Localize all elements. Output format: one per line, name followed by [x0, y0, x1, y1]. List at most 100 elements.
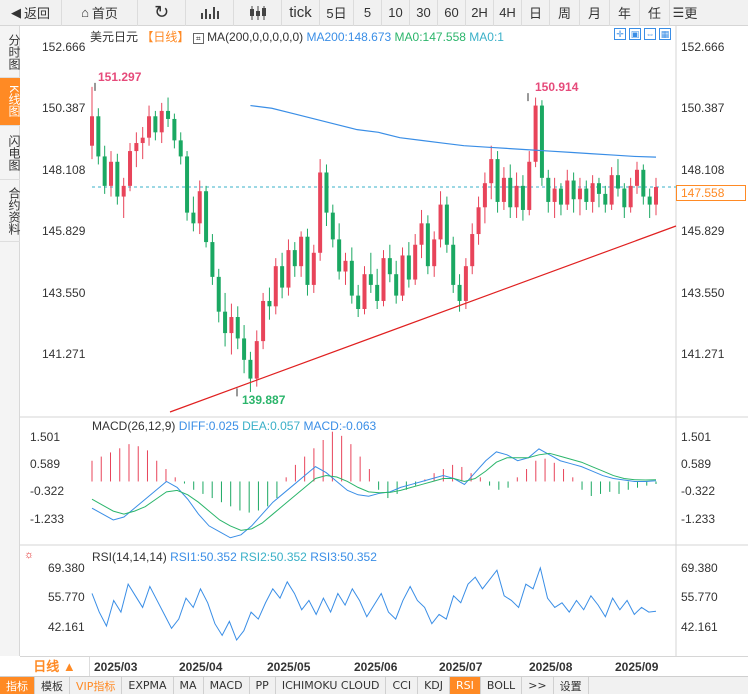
price-tick: 143.550 — [681, 286, 725, 300]
candle-body — [185, 156, 190, 213]
candle-body — [90, 116, 94, 146]
candle-body — [356, 295, 361, 309]
candle-body — [375, 284, 380, 301]
candle-body — [134, 143, 139, 152]
tab-macd[interactable]: MACD — [204, 676, 250, 694]
candle-body — [432, 239, 437, 267]
candle-body — [96, 116, 101, 157]
candle-body — [311, 252, 316, 285]
period-label: 【日线】 — [141, 30, 190, 44]
grid-icon[interactable]: ▦ — [659, 28, 671, 40]
candle-body — [216, 276, 221, 312]
candle-body — [508, 177, 513, 208]
date-label: 2025/05 — [267, 660, 311, 674]
macd-dea-line — [91, 452, 657, 531]
candle-body — [254, 341, 259, 379]
candle-body — [121, 185, 126, 197]
candle-body — [368, 274, 373, 285]
price-tick: 148.108 — [681, 163, 725, 177]
period-selector[interactable]: 日线 ▲ — [20, 657, 90, 677]
candle-body — [115, 161, 120, 197]
candle-body — [634, 169, 639, 186]
tab-expma[interactable]: EXPMA — [122, 676, 174, 694]
candle-body — [400, 255, 405, 296]
candle-body — [641, 169, 646, 197]
macd-tick: -1.233 — [30, 512, 65, 526]
candle-body — [590, 183, 595, 202]
macd-tick: 1.501 — [30, 430, 61, 444]
tab-vip-indicator[interactable]: VIP指标 — [70, 676, 123, 694]
rsi-tick: 42.161 — [48, 620, 85, 634]
candle-body — [609, 175, 614, 205]
candle-body — [552, 188, 557, 202]
ma0-value-a: MA0:147.558 — [394, 30, 466, 44]
tab-settings[interactable]: 设置 — [554, 676, 589, 694]
candle-body — [305, 236, 310, 285]
candle-body — [425, 223, 430, 267]
indicator-settings-icon[interactable]: ⌗ — [192, 33, 204, 44]
expand-icon[interactable]: ⇔ — [644, 28, 656, 40]
main-legend: 美元日元 【日线】 ⌗ MA(200,0,0,0,0,0) MA200:148.… — [90, 28, 504, 45]
macd-legend: MACD(26,12,9) DIFF:0.025 DEA:0.057 MACD:… — [92, 419, 376, 433]
candle-body — [324, 172, 329, 213]
candle-body — [343, 260, 348, 272]
price-tick: 145.829 — [42, 224, 86, 238]
candle-body — [489, 159, 494, 184]
tab-template[interactable]: 模板 — [35, 676, 70, 694]
tab-boll[interactable]: BOLL — [481, 676, 523, 694]
candle-body — [457, 284, 462, 301]
candle-body — [495, 159, 500, 202]
symbol-name: 美元日元 — [90, 30, 139, 44]
macd-tick: 0.589 — [30, 457, 61, 471]
high-annotation-1: 151.297 — [98, 70, 142, 84]
tab-more[interactable]: >> — [522, 676, 554, 694]
rsi2-value: RSI2:50.352 — [240, 550, 307, 564]
candle-body — [280, 266, 285, 288]
rsi-settings-icon[interactable]: ☼ — [24, 549, 36, 561]
candle-body — [463, 266, 468, 301]
candle-body — [406, 255, 411, 280]
rsi-tick: 55.770 — [681, 590, 718, 604]
chart-canvas[interactable] — [0, 0, 748, 694]
candle-body — [419, 223, 424, 245]
candle-body — [166, 110, 171, 119]
date-axis: 日线 ▲ 2025/03 2025/04 2025/05 2025/06 202… — [20, 656, 748, 677]
candle-body — [330, 212, 335, 240]
candle-body — [654, 186, 658, 205]
candle-body — [109, 161, 114, 186]
tab-ichimoku[interactable]: ICHIMOKU CLOUD — [276, 676, 387, 694]
candle-body — [603, 193, 608, 205]
candle-body — [444, 204, 449, 245]
candle-body — [267, 300, 272, 307]
candle-body — [248, 359, 253, 379]
candle-body — [242, 338, 247, 360]
candle-body — [197, 191, 202, 224]
indicator-tab-bar: 指标 模板 VIP指标 EXPMA MA MACD PP ICHIMOKU CL… — [0, 676, 748, 694]
price-tick: 152.666 — [681, 40, 725, 54]
tab-kdj[interactable]: KDJ — [418, 676, 451, 694]
price-tick: 152.666 — [42, 40, 86, 54]
candle-body — [337, 239, 342, 272]
candle-body — [647, 196, 652, 205]
tab-ma[interactable]: MA — [174, 676, 204, 694]
candle-body — [273, 266, 278, 307]
zoom-icon[interactable]: ▣ — [629, 28, 641, 40]
tab-cci[interactable]: CCI — [386, 676, 419, 694]
candle-body — [261, 300, 266, 342]
candle-body — [558, 188, 563, 205]
tab-indicator[interactable]: 指标 — [0, 676, 35, 694]
candle-body — [362, 274, 367, 309]
tab-pp[interactable]: PP — [250, 676, 276, 694]
candle-body — [191, 212, 196, 224]
crosshair-icon[interactable]: ✛ — [614, 28, 626, 40]
candle-body — [470, 234, 475, 267]
candle-body — [451, 244, 456, 285]
candle-body — [584, 188, 589, 202]
tab-rsi[interactable]: RSI — [450, 676, 481, 694]
candle-body — [235, 317, 240, 339]
candle-body — [565, 180, 570, 205]
candle-body — [514, 185, 519, 208]
rsi-line — [91, 566, 657, 642]
candle-body — [140, 137, 145, 144]
candle-body — [438, 204, 443, 240]
